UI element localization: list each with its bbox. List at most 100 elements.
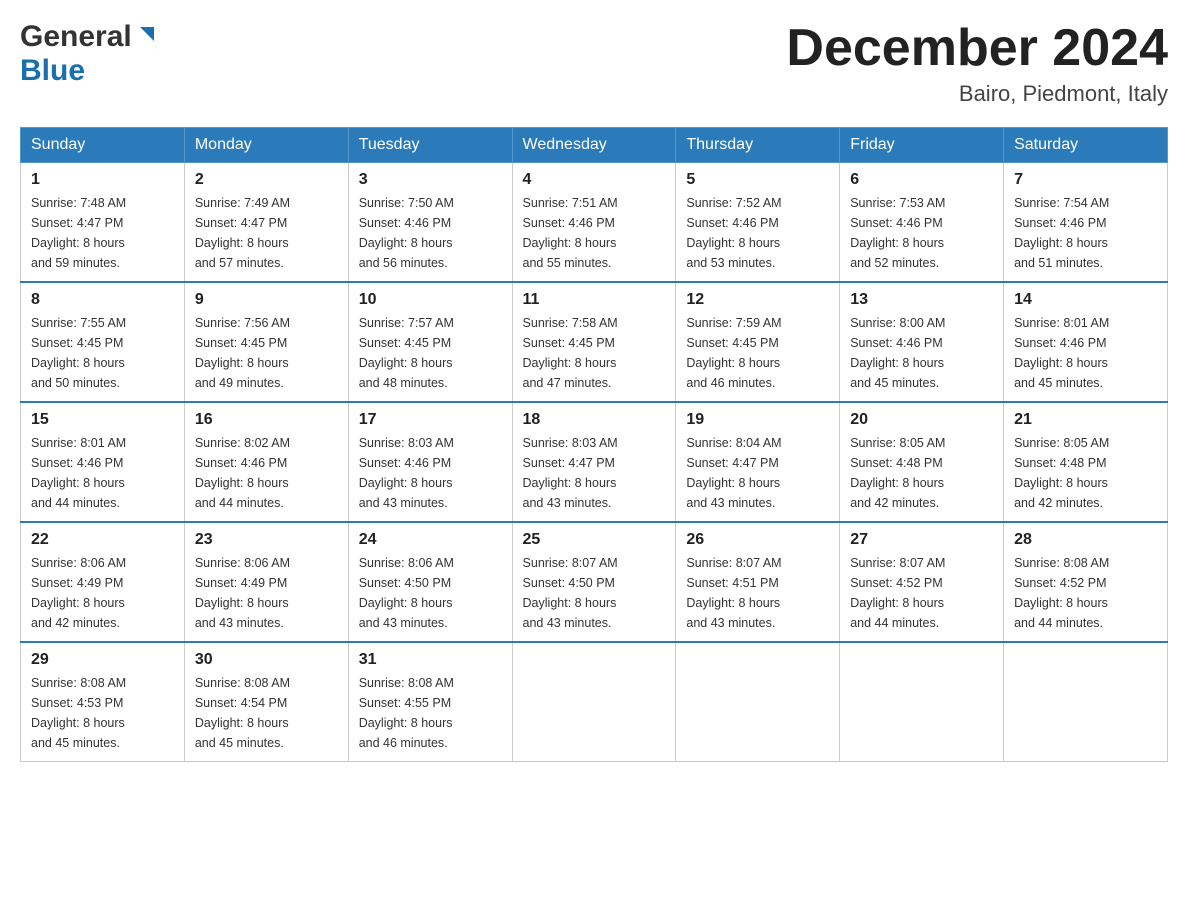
calendar-cell: 21 Sunrise: 8:05 AMSunset: 4:48 PMDayligh… xyxy=(1004,402,1168,522)
day-number: 13 xyxy=(850,291,993,309)
day-info: Sunrise: 7:51 AMSunset: 4:46 PMDaylight:… xyxy=(523,193,666,273)
day-info: Sunrise: 7:58 AMSunset: 4:45 PMDaylight:… xyxy=(523,313,666,393)
calendar-cell: 15 Sunrise: 8:01 AMSunset: 4:46 PMDayligh… xyxy=(21,402,185,522)
calendar-cell: 30 Sunrise: 8:08 AMSunset: 4:54 PMDayligh… xyxy=(184,642,348,762)
day-number: 29 xyxy=(31,651,174,669)
day-number: 11 xyxy=(523,291,666,309)
day-info: Sunrise: 8:06 AMSunset: 4:49 PMDaylight:… xyxy=(31,553,174,633)
day-number: 16 xyxy=(195,411,338,429)
month-title: December 2024 xyxy=(786,20,1168,77)
calendar-cell: 25 Sunrise: 8:07 AMSunset: 4:50 PMDayligh… xyxy=(512,522,676,642)
calendar-cell: 24 Sunrise: 8:06 AMSunset: 4:50 PMDayligh… xyxy=(348,522,512,642)
day-number: 3 xyxy=(359,171,502,189)
calendar-cell: 12 Sunrise: 7:59 AMSunset: 4:45 PMDayligh… xyxy=(676,282,840,402)
day-number: 12 xyxy=(686,291,829,309)
day-info: Sunrise: 8:07 AMSunset: 4:51 PMDaylight:… xyxy=(686,553,829,633)
calendar-cell: 5 Sunrise: 7:52 AMSunset: 4:46 PMDaylight… xyxy=(676,163,840,283)
day-number: 1 xyxy=(31,171,174,189)
day-info: Sunrise: 7:59 AMSunset: 4:45 PMDaylight:… xyxy=(686,313,829,393)
calendar-header-row: SundayMondayTuesdayWednesdayThursdayFrid… xyxy=(21,128,1168,163)
day-info: Sunrise: 8:01 AMSunset: 4:46 PMDaylight:… xyxy=(1014,313,1157,393)
day-number: 21 xyxy=(1014,411,1157,429)
day-info: Sunrise: 8:04 AMSunset: 4:47 PMDaylight:… xyxy=(686,433,829,513)
day-info: Sunrise: 7:54 AMSunset: 4:46 PMDaylight:… xyxy=(1014,193,1157,273)
day-info: Sunrise: 7:56 AMSunset: 4:45 PMDaylight:… xyxy=(195,313,338,393)
title-block: December 2024 Bairo, Piedmont, Italy xyxy=(786,20,1168,107)
day-number: 15 xyxy=(31,411,174,429)
day-number: 25 xyxy=(523,531,666,549)
calendar-cell: 19 Sunrise: 8:04 AMSunset: 4:47 PMDayligh… xyxy=(676,402,840,522)
day-info: Sunrise: 8:03 AMSunset: 4:46 PMDaylight:… xyxy=(359,433,502,513)
day-number: 7 xyxy=(1014,171,1157,189)
calendar-cell: 2Sunrise: 7:49 AMSunset: 4:47 PMDaylight… xyxy=(184,163,348,283)
day-info: Sunrise: 8:03 AMSunset: 4:47 PMDaylight:… xyxy=(523,433,666,513)
calendar-cell xyxy=(840,642,1004,762)
day-info: Sunrise: 8:00 AMSunset: 4:46 PMDaylight:… xyxy=(850,313,993,393)
logo-triangle-icon xyxy=(136,25,154,48)
day-info: Sunrise: 8:07 AMSunset: 4:52 PMDaylight:… xyxy=(850,553,993,633)
weekday-header-saturday: Saturday xyxy=(1004,128,1168,163)
day-info: Sunrise: 8:08 AMSunset: 4:54 PMDaylight:… xyxy=(195,673,338,753)
calendar-cell: 16Sunrise: 8:02 AMSunset: 4:46 PMDayligh… xyxy=(184,402,348,522)
day-info: Sunrise: 8:08 AMSunset: 4:52 PMDaylight:… xyxy=(1014,553,1157,633)
day-number: 27 xyxy=(850,531,993,549)
calendar-cell: 6Sunrise: 7:53 AMSunset: 4:46 PMDaylight… xyxy=(840,163,1004,283)
calendar-table: SundayMondayTuesdayWednesdayThursdayFrid… xyxy=(20,127,1168,762)
day-number: 18 xyxy=(523,411,666,429)
day-info: Sunrise: 8:06 AMSunset: 4:49 PMDaylight:… xyxy=(195,553,338,633)
calendar-cell: 22Sunrise: 8:06 AMSunset: 4:49 PMDayligh… xyxy=(21,522,185,642)
day-number: 28 xyxy=(1014,531,1157,549)
day-number: 26 xyxy=(686,531,829,549)
calendar-cell: 1 Sunrise: 7:48 AMSunset: 4:47 PMDaylight… xyxy=(21,163,185,283)
calendar-week-row: 1 Sunrise: 7:48 AMSunset: 4:47 PMDaylight… xyxy=(21,163,1168,283)
day-info: Sunrise: 8:05 AMSunset: 4:48 PMDaylight:… xyxy=(1014,433,1157,513)
calendar-cell xyxy=(676,642,840,762)
day-info: Sunrise: 7:57 AMSunset: 4:45 PMDaylight:… xyxy=(359,313,502,393)
day-info: Sunrise: 7:48 AMSunset: 4:47 PMDaylight:… xyxy=(31,193,174,273)
weekday-header-tuesday: Tuesday xyxy=(348,128,512,163)
calendar-cell xyxy=(1004,642,1168,762)
weekday-header-monday: Monday xyxy=(184,128,348,163)
day-number: 20 xyxy=(850,411,993,429)
day-info: Sunrise: 8:08 AMSunset: 4:53 PMDaylight:… xyxy=(31,673,174,753)
calendar-cell: 11 Sunrise: 7:58 AMSunset: 4:45 PMDayligh… xyxy=(512,282,676,402)
day-number: 24 xyxy=(359,531,502,549)
weekday-header-friday: Friday xyxy=(840,128,1004,163)
day-info: Sunrise: 7:52 AMSunset: 4:46 PMDaylight:… xyxy=(686,193,829,273)
calendar-week-row: 22Sunrise: 8:06 AMSunset: 4:49 PMDayligh… xyxy=(21,522,1168,642)
day-number: 23 xyxy=(195,531,338,549)
location-subtitle: Bairo, Piedmont, Italy xyxy=(786,81,1168,107)
day-info: Sunrise: 8:08 AMSunset: 4:55 PMDaylight:… xyxy=(359,673,502,753)
calendar-cell: 28 Sunrise: 8:08 AMSunset: 4:52 PMDayligh… xyxy=(1004,522,1168,642)
day-info: Sunrise: 8:07 AMSunset: 4:50 PMDaylight:… xyxy=(523,553,666,633)
day-info: Sunrise: 7:50 AMSunset: 4:46 PMDaylight:… xyxy=(359,193,502,273)
day-number: 14 xyxy=(1014,291,1157,309)
calendar-cell: 10Sunrise: 7:57 AMSunset: 4:45 PMDayligh… xyxy=(348,282,512,402)
calendar-cell: 7 Sunrise: 7:54 AMSunset: 4:46 PMDaylight… xyxy=(1004,163,1168,283)
calendar-cell: 4Sunrise: 7:51 AMSunset: 4:46 PMDaylight… xyxy=(512,163,676,283)
page-header: General Blue December 2024 Bairo, Piedmo… xyxy=(20,20,1168,107)
day-number: 30 xyxy=(195,651,338,669)
calendar-cell: 14 Sunrise: 8:01 AMSunset: 4:46 PMDayligh… xyxy=(1004,282,1168,402)
day-number: 6 xyxy=(850,171,993,189)
calendar-cell: 17Sunrise: 8:03 AMSunset: 4:46 PMDayligh… xyxy=(348,402,512,522)
day-info: Sunrise: 8:01 AMSunset: 4:46 PMDaylight:… xyxy=(31,433,174,513)
calendar-cell: 23 Sunrise: 8:06 AMSunset: 4:49 PMDayligh… xyxy=(184,522,348,642)
logo-blue-text: Blue xyxy=(20,54,85,87)
day-info: Sunrise: 8:05 AMSunset: 4:48 PMDaylight:… xyxy=(850,433,993,513)
calendar-cell: 20 Sunrise: 8:05 AMSunset: 4:48 PMDayligh… xyxy=(840,402,1004,522)
day-number: 31 xyxy=(359,651,502,669)
day-number: 5 xyxy=(686,171,829,189)
calendar-cell: 18 Sunrise: 8:03 AMSunset: 4:47 PMDayligh… xyxy=(512,402,676,522)
calendar-cell: 29 Sunrise: 8:08 AMSunset: 4:53 PMDayligh… xyxy=(21,642,185,762)
calendar-cell: 26 Sunrise: 8:07 AMSunset: 4:51 PMDayligh… xyxy=(676,522,840,642)
calendar-cell xyxy=(512,642,676,762)
calendar-cell: 27 Sunrise: 8:07 AMSunset: 4:52 PMDayligh… xyxy=(840,522,1004,642)
day-number: 19 xyxy=(686,411,829,429)
calendar-cell: 8Sunrise: 7:55 AMSunset: 4:45 PMDaylight… xyxy=(21,282,185,402)
weekday-header-sunday: Sunday xyxy=(21,128,185,163)
calendar-cell: 13 Sunrise: 8:00 AMSunset: 4:46 PMDayligh… xyxy=(840,282,1004,402)
day-number: 8 xyxy=(31,291,174,309)
day-info: Sunrise: 8:06 AMSunset: 4:50 PMDaylight:… xyxy=(359,553,502,633)
calendar-week-row: 8Sunrise: 7:55 AMSunset: 4:45 PMDaylight… xyxy=(21,282,1168,402)
